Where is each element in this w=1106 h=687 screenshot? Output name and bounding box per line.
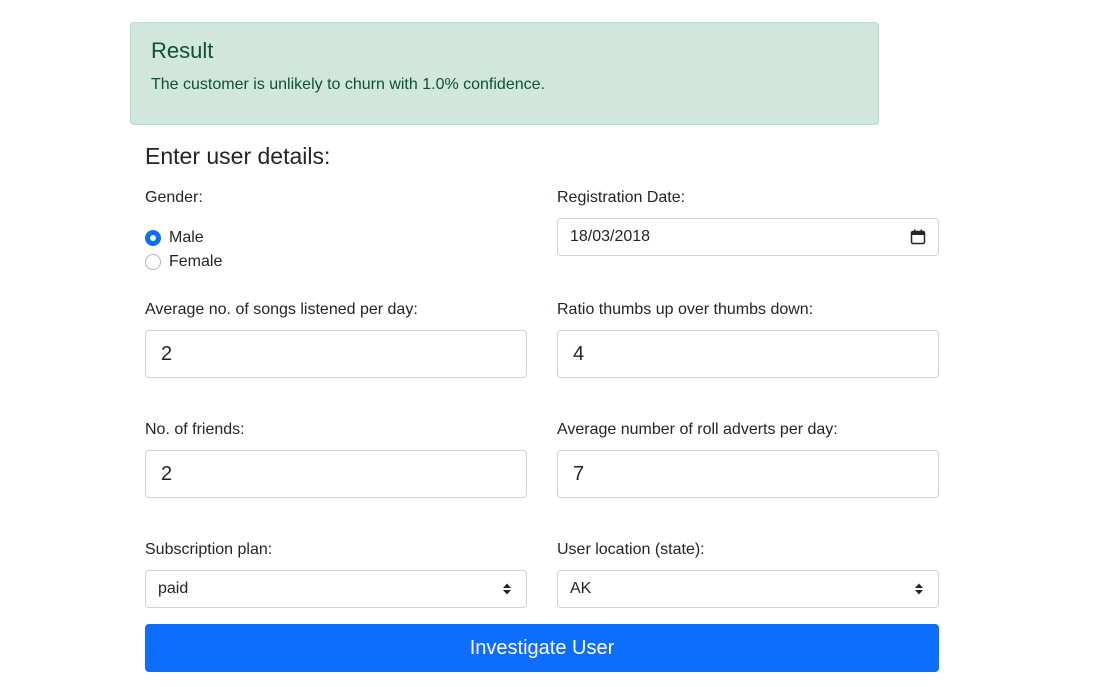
select-arrows-icon bbox=[503, 583, 511, 595]
subscription-value: paid bbox=[158, 580, 189, 597]
select-arrows-icon bbox=[915, 583, 923, 595]
location-select[interactable]: AK bbox=[557, 570, 939, 608]
friends-label: No. of friends: bbox=[145, 421, 245, 438]
result-heading: Result bbox=[151, 38, 214, 63]
roll-adverts-label: Average number of roll adverts per day: bbox=[557, 421, 838, 438]
registration-date-label: Registration Date: bbox=[557, 189, 686, 206]
location-label: User location (state): bbox=[557, 541, 705, 558]
male-radio-label: Male bbox=[169, 229, 204, 246]
form-title: Enter user details: bbox=[145, 143, 331, 169]
subscription-label: Subscription plan: bbox=[145, 541, 273, 558]
female-radio-label: Female bbox=[169, 253, 223, 270]
gender-option-male[interactable]: Male bbox=[145, 228, 204, 248]
avg-songs-label: Average no. of songs listened per day: bbox=[145, 301, 418, 318]
thumbs-ratio-label: Ratio thumbs up over thumbs down: bbox=[557, 301, 814, 318]
avg-songs-value: 2 bbox=[161, 342, 173, 365]
registration-date-input[interactable]: 18/03/2018 bbox=[557, 218, 939, 256]
registration-date-value: 18/03/2018 bbox=[570, 228, 651, 245]
gender-option-female[interactable]: Female bbox=[145, 252, 222, 272]
result-alert: Result The customer is unlikely to churn… bbox=[130, 22, 879, 125]
result-message: The customer is unlikely to churn with 1… bbox=[151, 76, 545, 93]
investigate-user-button[interactable]: Investigate User bbox=[145, 624, 939, 672]
calendar-icon[interactable] bbox=[910, 229, 926, 245]
avg-songs-input[interactable]: 2 bbox=[145, 330, 527, 378]
roll-adverts-input[interactable]: 7 bbox=[557, 450, 939, 498]
friends-input[interactable]: 2 bbox=[145, 450, 527, 498]
subscription-select[interactable]: paid bbox=[145, 570, 527, 608]
thumbs-ratio-value: 4 bbox=[573, 342, 585, 365]
gender-label: Gender: bbox=[145, 189, 203, 206]
male-radio[interactable] bbox=[145, 230, 161, 246]
roll-adverts-value: 7 bbox=[573, 462, 585, 485]
female-radio[interactable] bbox=[145, 254, 161, 270]
thumbs-ratio-input[interactable]: 4 bbox=[557, 330, 939, 378]
location-value: AK bbox=[570, 580, 592, 597]
friends-value: 2 bbox=[161, 462, 173, 485]
